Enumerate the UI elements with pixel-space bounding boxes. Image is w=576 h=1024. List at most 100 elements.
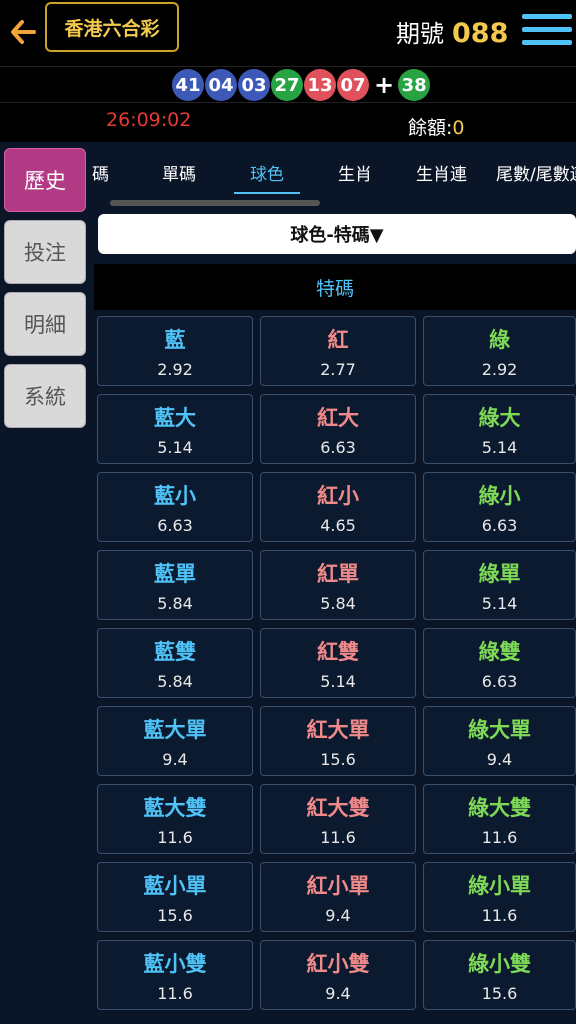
bet-option-name: 紅小雙 xyxy=(306,951,370,976)
bet-option-cell[interactable]: 紅大 6.63 xyxy=(260,394,416,464)
bet-option-cell[interactable]: 藍大 5.14 xyxy=(97,394,253,464)
bet-option-odds: 9.4 xyxy=(325,905,351,925)
result-balls: 41 04 03 27 13 07 +38 xyxy=(172,69,431,101)
bet-option-cell[interactable]: 紅大單 15.6 xyxy=(260,706,416,776)
bet-option-name: 綠小雙 xyxy=(468,951,531,976)
result-ball: 07 xyxy=(337,69,369,101)
bet-option-cell[interactable]: 藍小雙 11.6 xyxy=(97,940,253,1010)
tab-zodiac-combo[interactable]: 生肖連 xyxy=(416,160,467,185)
odds-row: 藍雙 5.84 紅雙 5.14 綠雙 6.63 xyxy=(97,628,576,698)
bet-option-cell[interactable]: 藍單 5.84 xyxy=(97,550,253,620)
bet-option-cell[interactable]: 紅小雙 9.4 xyxy=(260,940,416,1010)
bet-category-dropdown[interactable]: 球色-特碼▼ xyxy=(98,214,576,254)
bet-option-odds: 15.6 xyxy=(157,905,193,925)
bet-option-name: 綠雙 xyxy=(478,639,521,664)
bet-option-odds: 11.6 xyxy=(157,827,193,847)
bet-option-name: 藍單 xyxy=(154,561,196,586)
bet-option-name: 紅小單 xyxy=(306,873,370,898)
bet-option-cell[interactable]: 紅 2.77 xyxy=(260,316,416,386)
odds-row: 藍小 6.63 紅小 4.65 綠小 6.63 xyxy=(97,472,576,542)
bet-option-name: 綠 xyxy=(489,327,510,352)
bet-option-cell[interactable]: 綠大單 9.4 xyxy=(423,706,576,776)
status-bar: 26:09:02 餘額:0 xyxy=(0,102,576,142)
bet-option-odds: 6.63 xyxy=(320,437,356,457)
bet-option-name: 綠單 xyxy=(478,561,521,586)
app-header: 香港六合彩 期號 088 xyxy=(0,0,576,66)
side-nav: 歷史 投注 明細 系統 xyxy=(4,148,86,436)
bet-option-cell[interactable]: 綠單 5.14 xyxy=(423,550,576,620)
bet-option-name: 綠大單 xyxy=(468,717,531,742)
bet-option-cell[interactable]: 紅雙 5.14 xyxy=(260,628,416,698)
result-ball: 04 xyxy=(205,69,237,101)
bet-option-odds: 11.6 xyxy=(481,827,518,847)
side-nav-details[interactable]: 明細 xyxy=(4,292,86,356)
odds-row: 藍大 5.14 紅大 6.63 綠大 5.14 xyxy=(97,394,576,464)
tab-single-code[interactable]: 單碼 xyxy=(162,160,196,185)
bet-option-cell[interactable]: 紅大雙 11.6 xyxy=(260,784,416,854)
tabs-scrollbar[interactable] xyxy=(110,200,320,206)
bet-option-cell[interactable]: 綠大雙 11.6 xyxy=(423,784,576,854)
bet-option-cell[interactable]: 藍小單 15.6 xyxy=(97,862,253,932)
odds-row: 藍大雙 11.6 紅大雙 11.6 綠大雙 11.6 xyxy=(97,784,576,854)
side-nav-bet[interactable]: 投注 xyxy=(4,220,86,284)
bet-option-odds: 2.92 xyxy=(481,359,518,379)
tab-ball-color[interactable]: 球色 xyxy=(250,160,284,185)
bet-option-odds: 6.63 xyxy=(481,671,518,691)
odds-row: 藍 2.92 紅 2.77 綠 2.92 xyxy=(97,316,576,386)
bet-option-odds: 11.6 xyxy=(320,827,356,847)
bet-option-name: 紅 xyxy=(327,327,349,352)
active-tab-indicator xyxy=(234,192,300,194)
bet-option-odds: 2.77 xyxy=(320,359,356,379)
bet-option-name: 藍小 xyxy=(154,483,196,508)
bet-option-odds: 5.14 xyxy=(481,437,518,457)
result-ball: 03 xyxy=(238,69,270,101)
bet-option-odds: 5.14 xyxy=(320,671,356,691)
special-ball: 38 xyxy=(398,69,431,101)
bet-type-tabs: 碼 單碼 球色 生肖 生肖連 尾數/尾數連 xyxy=(92,142,576,208)
bet-option-cell[interactable]: 綠大 5.14 xyxy=(423,394,576,464)
side-nav-history[interactable]: 歷史 xyxy=(4,148,86,212)
bet-option-cell[interactable]: 紅小單 9.4 xyxy=(260,862,416,932)
bet-option-name: 紅小 xyxy=(317,483,359,508)
bet-option-cell[interactable]: 藍雙 5.84 xyxy=(97,628,253,698)
bet-option-cell[interactable]: 藍 2.92 xyxy=(97,316,253,386)
odds-row: 藍單 5.84 紅單 5.84 綠單 5.14 xyxy=(97,550,576,620)
lottery-title-button[interactable]: 香港六合彩 xyxy=(45,2,179,52)
bet-option-cell[interactable]: 綠小雙 15.6 xyxy=(423,940,576,1010)
bet-option-odds: 5.14 xyxy=(481,593,518,613)
bet-option-name: 藍大雙 xyxy=(143,795,207,820)
plus-icon: + xyxy=(374,71,395,99)
bet-option-odds: 4.65 xyxy=(320,515,356,535)
bet-option-cell[interactable]: 藍小 6.63 xyxy=(97,472,253,542)
bet-option-odds: 2.92 xyxy=(157,359,193,379)
bet-option-odds: 9.4 xyxy=(325,983,351,1003)
bet-option-name: 綠大雙 xyxy=(468,795,531,820)
bet-option-cell[interactable]: 藍大雙 11.6 xyxy=(97,784,253,854)
bet-option-name: 紅大雙 xyxy=(306,795,370,820)
bet-option-name: 紅大單 xyxy=(306,717,370,742)
bet-option-cell[interactable]: 綠小單 11.6 xyxy=(423,862,576,932)
bet-option-cell[interactable]: 紅小 4.65 xyxy=(260,472,416,542)
back-arrow-icon[interactable] xyxy=(8,12,42,52)
bet-option-cell[interactable]: 綠小 6.63 xyxy=(423,472,576,542)
bet-option-odds: 9.4 xyxy=(162,749,188,769)
bet-option-name: 紅單 xyxy=(317,561,359,586)
hamburger-menu-icon[interactable] xyxy=(522,14,572,50)
bet-option-cell[interactable]: 紅單 5.84 xyxy=(260,550,416,620)
tab-tail-number[interactable]: 尾數/尾數連 xyxy=(496,160,576,185)
bet-option-cell[interactable]: 綠 2.92 xyxy=(423,316,576,386)
bet-option-name: 綠小單 xyxy=(468,873,531,898)
bet-option-cell[interactable]: 藍大單 9.4 xyxy=(97,706,253,776)
bet-option-name: 藍大單 xyxy=(143,717,207,742)
period-display: 期號 088 xyxy=(396,14,508,49)
tab-code[interactable]: 碼 xyxy=(92,160,109,185)
balance-value: 0 xyxy=(452,117,465,139)
bet-option-odds: 15.6 xyxy=(320,749,356,769)
tab-zodiac[interactable]: 生肖 xyxy=(338,160,372,185)
bet-option-name: 綠小 xyxy=(478,483,521,508)
odds-row: 藍小雙 11.6 紅小雙 9.4 綠小雙 15.6 xyxy=(97,940,576,1010)
bet-option-cell[interactable]: 綠雙 6.63 xyxy=(423,628,576,698)
result-ball: 41 xyxy=(172,69,204,101)
odds-row: 藍大單 9.4 紅大單 15.6 綠大單 9.4 xyxy=(97,706,576,776)
side-nav-system[interactable]: 系統 xyxy=(4,364,86,428)
